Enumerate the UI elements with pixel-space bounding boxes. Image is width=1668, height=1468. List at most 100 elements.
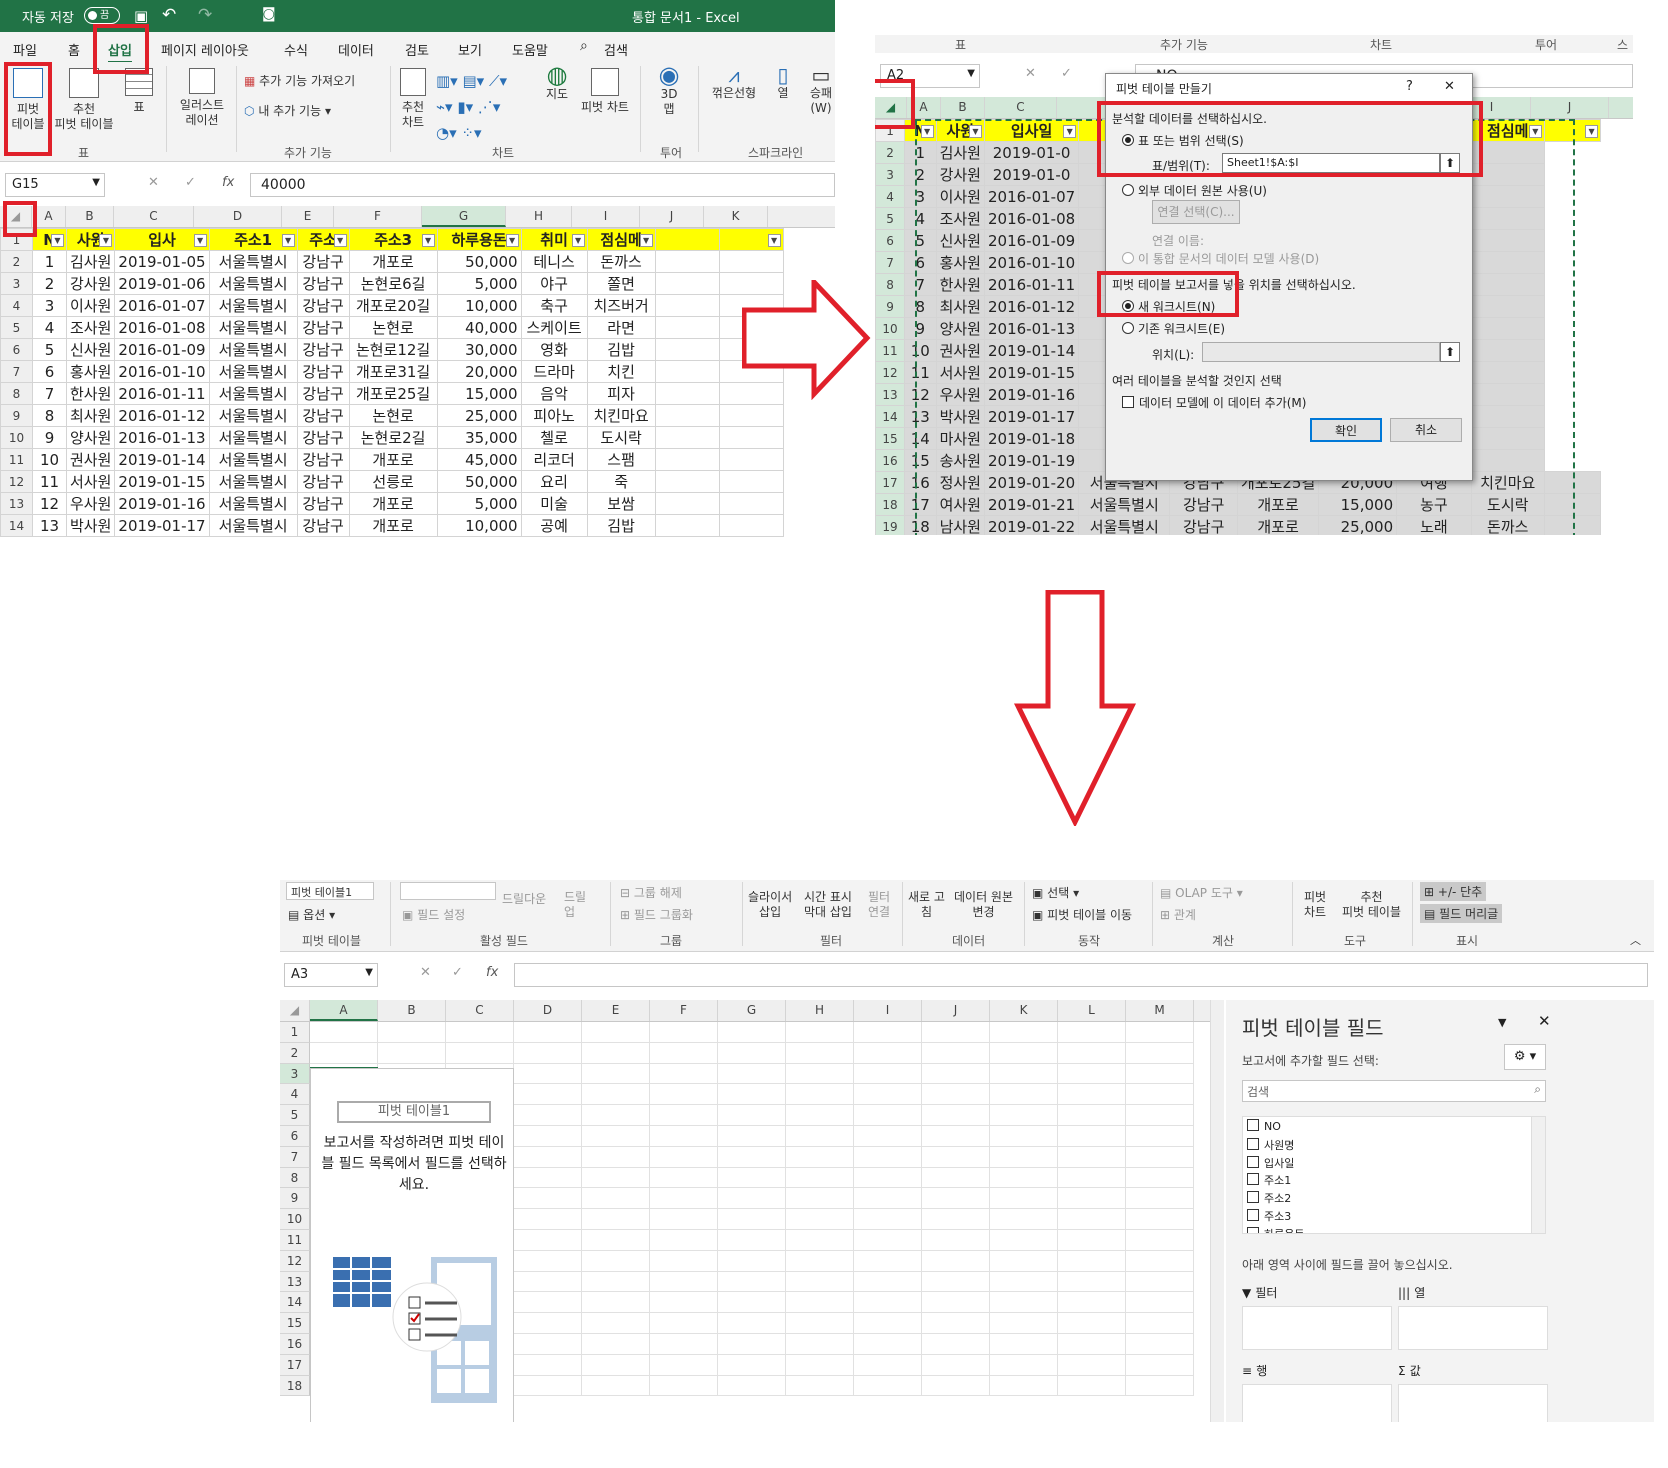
column-header[interactable]: J (1531, 97, 1609, 118)
cell[interactable] (990, 1063, 1058, 1085)
cell[interactable] (786, 1333, 854, 1355)
ungroup-button[interactable]: ⊟ 그룹 해제 (620, 884, 682, 901)
cell[interactable] (922, 1105, 990, 1126)
row-header[interactable]: 14 (0, 514, 33, 537)
cell[interactable] (718, 492, 784, 515)
cell[interactable] (1126, 1105, 1194, 1126)
cell[interactable]: 2016-01-08 (983, 207, 1080, 230)
cell[interactable]: 7 (904, 273, 937, 296)
cell[interactable] (990, 1125, 1058, 1147)
cell[interactable] (650, 1209, 718, 1230)
cell[interactable]: 서울특별시 (208, 360, 298, 383)
gear-button[interactable]: ⚙ ▾ (1504, 1044, 1546, 1070)
cell[interactable] (650, 1167, 718, 1189)
group-field-button[interactable]: ⊞ 필드 그룹화 (620, 906, 693, 923)
cell[interactable]: 50,000 (436, 470, 522, 493)
cell[interactable]: 우사원 (65, 492, 116, 515)
cell[interactable]: 18 (904, 515, 937, 535)
row-header[interactable]: 6 (280, 1125, 310, 1147)
cell[interactable]: 음악 (520, 382, 588, 405)
row-header[interactable]: 10 (875, 317, 906, 340)
cell[interactable]: 서울특별시 (208, 448, 298, 471)
row-header[interactable]: 11 (875, 339, 906, 362)
cell[interactable]: 50,000 (436, 250, 522, 273)
column-header[interactable]: A (32, 206, 66, 227)
cell[interactable] (582, 1354, 650, 1376)
row-header[interactable]: 8 (0, 382, 33, 405)
cell[interactable]: 2016-01-10 (114, 360, 210, 383)
cell[interactable]: 2019-01-16 (114, 492, 210, 515)
active-field-input[interactable] (400, 882, 496, 900)
cell[interactable] (1470, 361, 1545, 384)
cell[interactable]: 테니스 (520, 250, 588, 273)
cell[interactable] (786, 1084, 854, 1106)
cell[interactable] (854, 1333, 922, 1355)
cell[interactable]: 5 (32, 338, 67, 361)
get-addin-button[interactable]: ▦ 추가 기능 가져오기 (244, 74, 355, 89)
function-icon[interactable]: fx (486, 965, 498, 980)
cell[interactable] (854, 1063, 922, 1085)
cell[interactable] (922, 1084, 990, 1106)
cell[interactable] (718, 448, 784, 471)
cell[interactable] (854, 1292, 922, 1314)
cell[interactable]: 2019-01-18 (983, 427, 1080, 450)
cell[interactable] (990, 1209, 1058, 1230)
row-header[interactable]: 16 (280, 1333, 310, 1355)
cell[interactable] (1126, 1271, 1194, 1293)
cell[interactable] (650, 1125, 718, 1147)
column-header[interactable]: C (985, 97, 1057, 118)
sparkline-column-button[interactable]: ▯ 열 (766, 65, 800, 101)
field-checkbox-item[interactable]: NO (1243, 1117, 1545, 1135)
cell[interactable] (654, 470, 720, 493)
recommended-chart-button[interactable]: 추천 차트 (396, 68, 430, 130)
cell[interactable]: 치킨마요 (1470, 471, 1545, 494)
row-header[interactable]: 5 (0, 316, 33, 339)
cell[interactable]: 2019-01-06 (114, 272, 210, 295)
cell[interactable]: 강남구 (296, 294, 350, 317)
cell[interactable]: 최사원 (935, 295, 985, 318)
cell[interactable]: 강남구 (296, 272, 350, 295)
vertical-scrollbar[interactable] (1210, 1000, 1224, 1422)
cell[interactable] (654, 316, 720, 339)
cell[interactable]: 2019-01-22 (983, 515, 1080, 535)
cell[interactable] (922, 1042, 990, 1064)
cell[interactable] (786, 1125, 854, 1147)
filter-drop-zone[interactable] (1242, 1306, 1392, 1350)
cell[interactable]: 2016-01-11 (983, 273, 1080, 296)
cell[interactable] (582, 1250, 650, 1272)
cell[interactable] (922, 1313, 990, 1334)
cell[interactable]: 2019-01-16 (983, 383, 1080, 406)
tab-home[interactable]: 홈 (68, 40, 80, 59)
cell[interactable]: 서울특별시 (208, 492, 298, 515)
cell[interactable]: 5 (904, 229, 937, 252)
row-header[interactable]: 12 (875, 361, 906, 384)
enter-icon[interactable]: ✓ (452, 965, 463, 980)
cell[interactable] (990, 1084, 1058, 1106)
cell[interactable] (718, 404, 784, 427)
cell[interactable]: 12 (32, 492, 67, 515)
filter-dropdown-icon[interactable]: ▼ (421, 234, 435, 247)
cell[interactable] (1470, 449, 1545, 472)
cell[interactable] (854, 1125, 922, 1147)
cell[interactable] (514, 1313, 582, 1334)
header-cell[interactable]: ▼ (718, 228, 784, 251)
cell[interactable]: 2019-01-15 (983, 361, 1080, 384)
cell[interactable] (990, 1313, 1058, 1334)
row-header[interactable]: 6 (0, 338, 33, 361)
cell[interactable]: 10,000 (436, 514, 522, 537)
cell[interactable]: 강남구 (296, 470, 350, 493)
cell[interactable] (854, 1042, 922, 1064)
column-header[interactable]: M (1126, 1000, 1194, 1021)
cell[interactable] (718, 1125, 786, 1147)
cell[interactable]: 논현로12길 (348, 338, 438, 361)
column-header[interactable]: B (378, 1000, 446, 1021)
cell[interactable] (990, 1042, 1058, 1064)
cell[interactable] (654, 382, 720, 405)
cell[interactable] (514, 1105, 582, 1126)
cell[interactable] (1543, 515, 1602, 535)
cell[interactable] (650, 1105, 718, 1126)
column-header[interactable]: F (334, 206, 422, 227)
cell[interactable] (1470, 295, 1545, 318)
cell[interactable]: 강남구 (296, 338, 350, 361)
cell[interactable]: 노래 (1396, 515, 1472, 535)
